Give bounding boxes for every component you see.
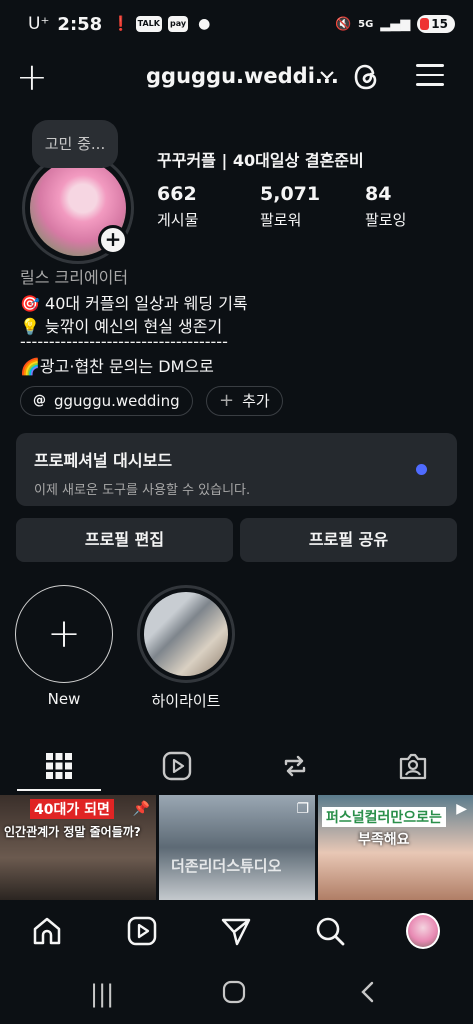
professional-dashboard[interactable]: 프로페셔널 대시보드 이제 새로운 도구를 사용할 수 있습니다. [16, 433, 457, 506]
carousel-icon: ❐ [296, 801, 309, 817]
battery-icon: 15 [417, 15, 455, 33]
tab-tagged[interactable] [354, 740, 472, 792]
recent-apps-icon[interactable]: ||| [90, 980, 114, 1008]
bio-line: 🌈광고·협찬 문의는 DM으로 [20, 357, 214, 376]
back-icon[interactable] [358, 980, 378, 1010]
send-icon[interactable] [219, 914, 253, 948]
mute-icon: 🔇 [334, 16, 352, 32]
tab-reels[interactable] [118, 740, 236, 792]
repost-icon [284, 755, 306, 777]
pin-icon: 📌 [132, 801, 150, 817]
grid-icon [46, 753, 72, 779]
alert-icon: ❗ [112, 16, 130, 32]
carrier-label: U⁺ [28, 14, 50, 34]
threads-icon[interactable] [352, 62, 382, 92]
share-profile-button[interactable]: 프로필 공유 [240, 518, 457, 562]
reel-icon: ▶ [456, 801, 467, 817]
highlight-label: 하이라이트 [151, 692, 221, 710]
post-caption: 인간관계가 정말 줄어들까? [4, 825, 141, 839]
followers-stat[interactable]: 5,071 팔로워 [260, 183, 320, 230]
highlight-item[interactable]: 하이라이트 [136, 585, 236, 711]
add-label: 추가 [242, 392, 270, 410]
post-caption: 퍼스널컬러만으로는 [322, 807, 446, 827]
highlight-label: New [47, 690, 81, 708]
threads-link-chip[interactable]: @ gguggu.wedding [20, 386, 193, 416]
grid-post[interactable]: 40대가 되면 인간관계가 정말 줄어들까? 📌 [0, 795, 156, 900]
username-switcher[interactable]: gguggu.weddi... [146, 64, 339, 88]
tab-grid[interactable] [0, 740, 118, 792]
plus-icon[interactable]: + [16, 58, 48, 96]
home-icon[interactable] [30, 914, 64, 948]
following-stat[interactable]: 84 팔로잉 [365, 183, 406, 230]
display-name: 꾸꾸커플 | 40대일상 결혼준비 [157, 151, 364, 170]
pay-notification-icon: pay [167, 16, 189, 32]
following-count: 84 [365, 183, 392, 205]
tagged-icon [399, 753, 427, 780]
bio-line: 🎯 40대 커플의 일상과 웨딩 기록 [20, 294, 248, 313]
chevron-down-icon[interactable] [319, 66, 335, 85]
note-bubble[interactable]: 고민 중... [32, 120, 118, 168]
reels-icon [162, 751, 192, 781]
profile-tabs [0, 740, 473, 792]
more-notifications-dot-icon: ● [198, 16, 211, 32]
grid-post[interactable]: 더존리더스튜디오 ❐ [159, 795, 315, 900]
bottom-navigation [0, 900, 473, 962]
highlight-image [144, 592, 228, 676]
bio-divider: ------------------------------------ [20, 332, 228, 351]
talk-notification-icon: TALK [135, 16, 162, 32]
plus-icon: + [219, 390, 235, 411]
post-caption: 40대가 되면 [30, 799, 114, 819]
reels-icon[interactable] [125, 914, 159, 948]
new-indicator-dot [416, 464, 427, 475]
posts-label: 게시물 [157, 211, 199, 229]
dashboard-title: 프로페셔널 대시보드 [34, 451, 173, 470]
highlight-cover [137, 585, 235, 683]
home-button-icon[interactable] [222, 980, 246, 1010]
edit-profile-button[interactable]: 프로필 편집 [16, 518, 233, 562]
following-label: 팔로잉 [365, 211, 407, 229]
followers-count: 5,071 [260, 183, 321, 205]
threads-handle: gguggu.wedding [54, 392, 180, 410]
plus-icon: + [15, 585, 113, 683]
threads-icon: @ [33, 393, 46, 408]
category-label: 릴스 크리에이터 [20, 268, 129, 287]
network-type-label: 5G [358, 18, 374, 30]
grid-post[interactable]: 퍼스널컬러만으로는 부족해요 ▶ [318, 795, 473, 900]
avatar [406, 913, 440, 949]
tab-reposts[interactable] [236, 740, 354, 792]
signal-icon: ▂▄▆ [380, 16, 411, 32]
profile-header: + gguggu.weddi... [0, 56, 473, 100]
system-navigation: ||| [0, 962, 473, 1024]
profile-tab-avatar[interactable] [406, 913, 440, 949]
active-tab-indicator [17, 789, 101, 791]
post-caption: 부족해요 [358, 832, 410, 848]
followers-label: 팔로워 [260, 211, 302, 229]
search-icon[interactable] [313, 914, 347, 948]
menu-icon[interactable] [416, 64, 444, 90]
add-link-chip[interactable]: + 추가 [206, 386, 283, 416]
post-caption: 더존리더스튜디오 [171, 857, 282, 875]
posts-stat[interactable]: 662 게시물 [157, 183, 198, 230]
posts-count: 662 [157, 183, 197, 205]
status-bar: U⁺ 2:58 ❗ TALK pay ● 🔇 5G ▂▄▆ 15 [0, 0, 473, 48]
dashboard-subtitle: 이제 새로운 도구를 사용할 수 있습니다. [34, 483, 251, 498]
add-story-icon[interactable]: + [98, 225, 128, 255]
clock: 2:58 [57, 13, 103, 35]
highlight-new[interactable]: + New [14, 585, 114, 708]
